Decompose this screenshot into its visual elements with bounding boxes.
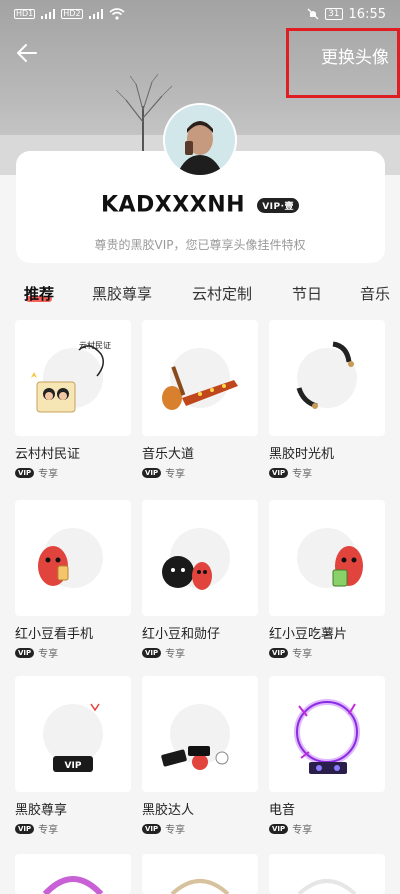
guitar-illustration [162,366,238,410]
avatar[interactable] [163,103,237,177]
tag-label: 专享 [38,649,59,660]
frame-preview [142,500,258,616]
list-item[interactable]: VIP 黑胶尊享 VIP 专享 [15,676,131,836]
list-item[interactable]: 红小豆看手机 VIP 专享 [15,500,131,660]
back-arrow-icon[interactable] [14,40,40,66]
village-card-illustration: 云村民证 [31,340,111,413]
vip-description: 尊贵的黑胶VIP，您已尊享头像挂件特权 [94,238,306,252]
list-item[interactable]: 黑胶达人 VIP 专享 [142,676,258,836]
frame-preview: VIP [15,676,131,792]
tag-label: 专享 [292,825,313,836]
vip-icon: VIP [269,467,289,478]
tag-label: 专享 [292,469,313,480]
frame-preview [142,854,258,894]
list-item[interactable]: 音乐大道 VIP 专享 [142,320,258,480]
item-tag: VIP 专享 [15,645,131,660]
frame-preview [142,676,258,792]
item-name: 电音 [269,803,296,818]
wifi-icon [109,8,125,20]
list-item[interactable]: 红小豆和勋仔 VIP 专享 [142,500,258,660]
item-name: 黑胶尊享 [15,803,68,818]
red-bean-phone-illustration [38,546,69,586]
tag-label: 专享 [292,649,313,660]
red-bean-friend-illustration [162,556,212,590]
frame-preview [269,676,385,792]
signal-icon [41,9,56,19]
tab-music[interactable]: 音乐 [360,283,390,304]
list-item[interactable]: 云村民证 云村村民证 VIP 专享 [15,320,131,480]
frame-preview-partial [297,879,357,894]
tag-label: 专享 [38,469,59,480]
vip-icon: VIP [269,647,289,658]
item-name: 云村村民证 [15,447,81,462]
item-name: 黑胶时光机 [269,447,335,462]
vip-badge: VIP·壹 [257,197,300,213]
item-tag: VIP 专享 [269,465,385,480]
item-name: 红小豆吃薯片 [269,627,348,642]
username: KADXXXNH [100,192,246,218]
change-avatar-button[interactable]: 更换头像 [286,28,400,98]
mute-icon [307,8,319,20]
frame-preview [269,320,385,436]
status-bar: HD1 HD2 31 16:55 [0,0,400,28]
svg-text:云村民证: 云村民证 [79,340,111,350]
item-name: 黑胶达人 [142,803,195,818]
frame-preview-partial [42,876,104,894]
tab-vinyl-exclusive[interactable]: 黑胶尊享 [92,283,152,304]
list-item[interactable]: 电音 VIP 专享 [269,676,385,836]
electronic-music-illustration [294,699,360,774]
tag-label: 专享 [165,469,186,480]
vip-icon: VIP [15,467,35,478]
frame-preview-partial [170,879,230,894]
tag-label: 专享 [38,825,59,836]
item-name: 红小豆看手机 [15,627,94,642]
frame-preview [142,320,258,436]
change-avatar-label: 更换头像 [321,48,389,68]
list-item[interactable] [142,854,258,894]
clock: 16:55 [348,6,386,22]
item-tag: VIP 专享 [142,465,258,480]
item-tag: VIP 专享 [15,821,131,836]
item-tag: VIP 专享 [142,645,258,660]
tag-label: 专享 [165,649,186,660]
sim2-icon: HD2 [61,9,83,19]
vip-icon: VIP [15,823,35,834]
tag-label: 专享 [165,825,186,836]
tab-holiday[interactable]: 节日 [292,283,322,304]
list-item[interactable] [15,854,131,894]
item-tag: VIP 专享 [142,821,258,836]
tab-cloud-village-custom[interactable]: 云村定制 [192,283,252,304]
signal-icon [88,9,103,19]
vip-icon: VIP [142,647,162,658]
category-tabs: 推荐 黑胶尊享 云村定制 节日 音乐 [0,283,400,313]
item-tag: VIP 专享 [15,465,131,480]
vinyl-master-illustration [161,746,229,770]
list-item[interactable]: 黑胶时光机 VIP 专享 [269,320,385,480]
frame-preview [15,500,131,616]
tab-recommend[interactable]: 推荐 [24,283,54,304]
vip-icon: VIP [142,467,162,478]
sim1-icon: HD1 [14,9,36,19]
vip-icon: VIP [15,647,35,658]
red-bean-chips-illustration [332,546,363,587]
battery-icon: 31 [325,8,343,20]
time-machine-illustration [296,341,354,409]
list-item[interactable]: 红小豆吃薯片 VIP 专享 [269,500,385,660]
username-row: KADXXXNH VIP·壹 [0,192,400,218]
item-name: 红小豆和勋仔 [142,627,221,642]
vinyl-exclusive-illustration: VIP [53,703,100,772]
vip-icon: VIP [142,823,162,834]
item-tag: VIP 专享 [269,645,385,660]
frame-badge-text: VIP [65,761,82,771]
frame-preview: 云村民证 [15,320,131,436]
item-name: 音乐大道 [142,447,195,462]
frame-preview [269,500,385,616]
avatar-photo [165,105,235,175]
list-item[interactable] [269,854,385,894]
item-tag: VIP 专享 [269,821,385,836]
frame-preview [269,854,385,894]
frame-preview [15,854,131,894]
vip-icon: VIP [269,823,289,834]
